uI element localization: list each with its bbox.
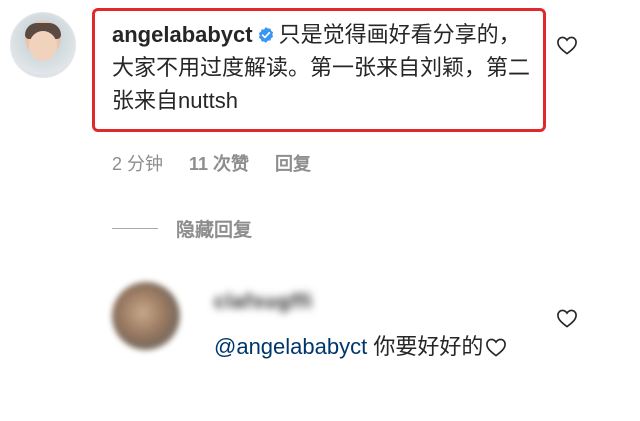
reply-button[interactable]: 回复 [275, 150, 311, 176]
reply-username[interactable]: clafsugffi [214, 291, 313, 314]
reply-mention-link[interactable]: @angelababyct [214, 334, 367, 359]
reply-body: @angelababyct 你要好好的 [214, 330, 534, 364]
comment-body: angelababyct 只是觉得画好看分享的，大家不用过度解读。第一张来自刘颖… [112, 18, 532, 117]
verified-badge-icon [258, 27, 273, 43]
commenter-avatar[interactable] [10, 12, 76, 78]
reply-text: 你要好好的 [367, 334, 484, 359]
comment-username[interactable]: angelababyct [112, 22, 253, 47]
comment-timestamp: 2 分钟 [112, 154, 164, 174]
avatar-face [29, 31, 57, 61]
hide-replies-label: 隐藏回复 [176, 220, 253, 241]
heart-emoji-icon [486, 338, 507, 357]
reply-like-heart-icon[interactable] [556, 308, 578, 328]
comment-like-heart-icon[interactable] [556, 35, 578, 55]
reply-avatar[interactable] [112, 282, 180, 350]
hide-replies-toggle[interactable]: 隐藏回复 [112, 215, 252, 242]
hide-replies-divider [112, 228, 158, 229]
comment-meta-row: 2 分钟 11 次赞 回复 [112, 150, 311, 176]
comment-like-count[interactable]: 11 次赞 [189, 150, 249, 176]
